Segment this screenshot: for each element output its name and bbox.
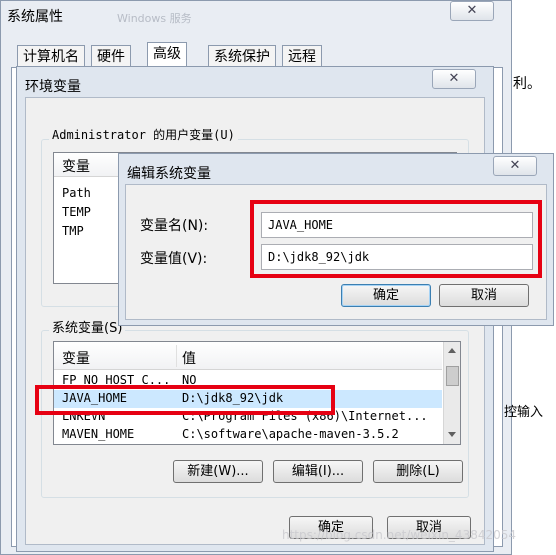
java-home-highlight-box xyxy=(35,385,335,415)
edit-dialog-close-button[interactable]: ✕ xyxy=(493,156,537,176)
user-column-header-var[interactable]: 变量 xyxy=(62,156,90,176)
scroll-up-icon[interactable] xyxy=(448,348,456,353)
tab-advanced[interactable]: 高级 xyxy=(147,42,187,67)
scroll-down-icon[interactable] xyxy=(448,432,456,437)
variable-value-field[interactable]: D:\jdk8_92\jdk xyxy=(261,244,533,270)
variable-name-label: 变量名(N): xyxy=(140,218,209,234)
close-icon: ✕ xyxy=(466,3,478,18)
column-divider xyxy=(176,345,177,367)
table-row[interactable]: MAVEN_HOME C:\software\apache-maven-3.5.… xyxy=(54,426,442,444)
watermark-text: https://blog.csdn.net/weixin_43842054 xyxy=(282,528,517,542)
list-item[interactable]: Path xyxy=(62,186,91,200)
row-name: MAVEN_HOME xyxy=(62,427,135,441)
tab-remote[interactable]: 远程 xyxy=(282,45,322,67)
tab-system-protection[interactable]: 系统保护 xyxy=(208,45,276,67)
edit-ok-button[interactable]: 确定 xyxy=(341,284,431,307)
close-icon: ✕ xyxy=(448,71,460,86)
delete-variable-button[interactable]: 删除(L) xyxy=(373,460,463,483)
variable-value-label: 变量值(V): xyxy=(140,251,208,267)
list-item[interactable]: TMP xyxy=(62,224,84,238)
row-value: C:\software\apache-maven-3.5.2 xyxy=(182,427,399,441)
list-item[interactable]: TEMP xyxy=(62,205,91,219)
system-properties-title: 系统属性 xyxy=(7,9,63,25)
tab-computer-name[interactable]: 计算机名 xyxy=(17,45,85,67)
edit-system-variable-dialog: 编辑系统变量 ✕ 变量名(N): 变量值(V): JAVA_HOME D:\jd… xyxy=(118,153,554,326)
new-variable-button[interactable]: 新建(W)... xyxy=(173,460,263,483)
system-list-header xyxy=(54,342,442,370)
system-properties-close-button[interactable]: ✕ xyxy=(450,1,494,21)
user-variables-label: Administrator 的用户变量(U) xyxy=(49,126,238,143)
background-text-fragment: 控输入 xyxy=(504,405,544,420)
system-variables-label: 系统变量(S) xyxy=(49,317,126,336)
system-list-scrollbar[interactable] xyxy=(443,342,460,444)
scroll-thumb[interactable] xyxy=(446,366,459,386)
faded-window-title: Windows 服务 xyxy=(117,12,192,25)
column-header-value[interactable]: 值 xyxy=(182,348,196,368)
edit-variable-button[interactable]: 编辑(I)... xyxy=(273,460,363,483)
column-header-var[interactable]: 变量 xyxy=(62,348,90,368)
env-dialog-title: 环境变量 xyxy=(25,79,81,95)
edit-dialog-title: 编辑系统变量 xyxy=(127,166,211,182)
env-dialog-close-button[interactable]: ✕ xyxy=(432,69,476,89)
background-text-fragment: 利。 xyxy=(513,76,541,92)
variable-name-field[interactable]: JAVA_HOME xyxy=(261,212,533,238)
close-icon: ✕ xyxy=(509,158,521,173)
edit-cancel-button[interactable]: 取消 xyxy=(439,284,529,307)
tab-hardware[interactable]: 硬件 xyxy=(91,45,131,67)
